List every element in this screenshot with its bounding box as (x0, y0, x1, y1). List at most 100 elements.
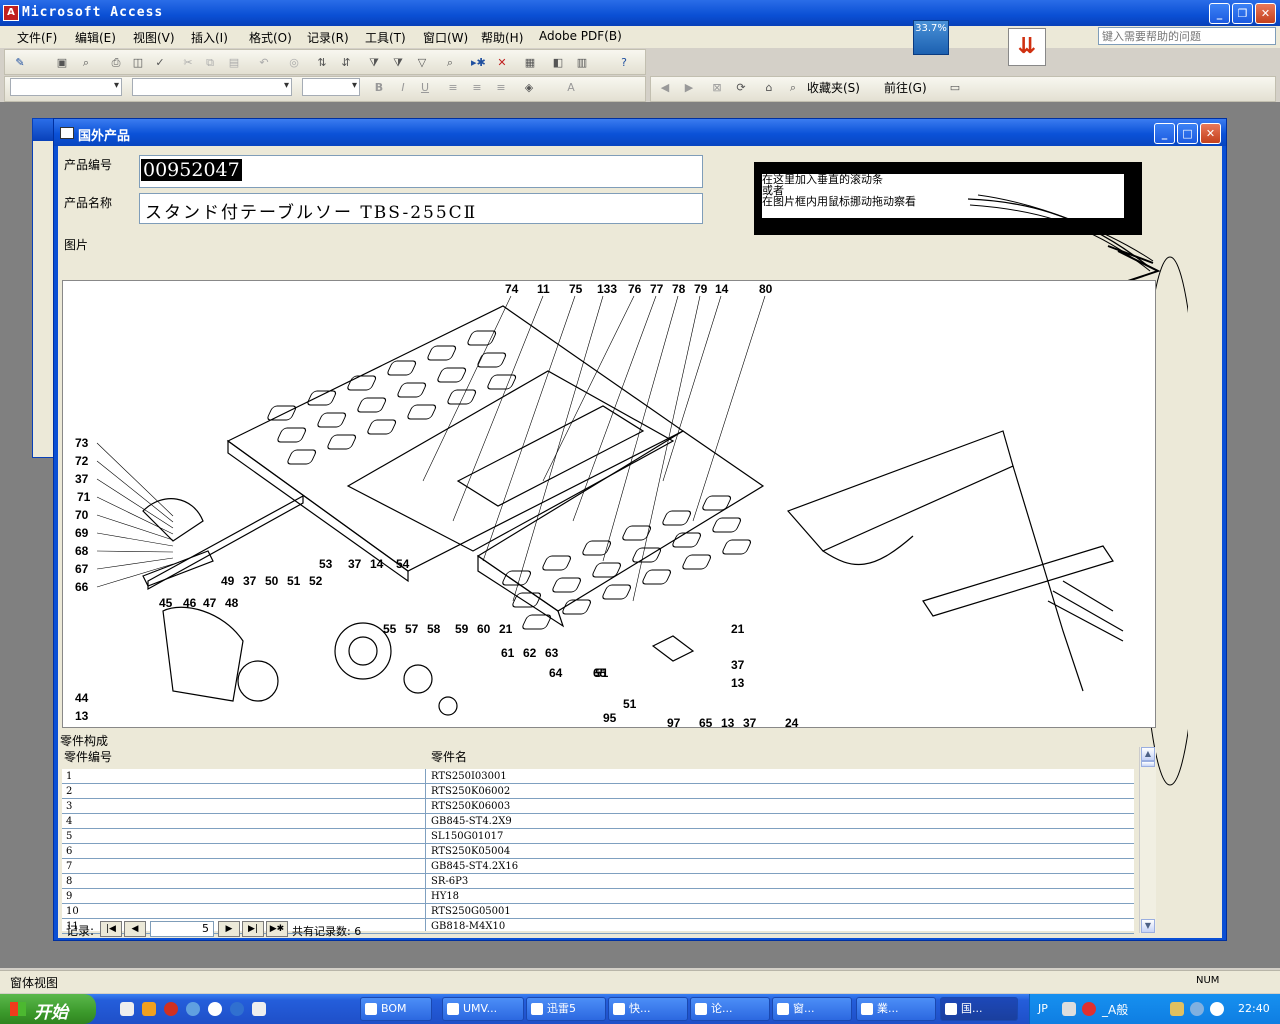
refresh-icon[interactable]: ⟳ (734, 81, 748, 94)
new-object-icon[interactable]: ▥ (575, 56, 589, 69)
ime-indicator[interactable]: _A般 (1102, 1001, 1128, 1018)
design-view-icon[interactable]: ✎ (13, 56, 27, 69)
apply-filter-icon[interactable]: ▽ (415, 56, 429, 69)
new-record-icon[interactable]: ▸✱ (471, 56, 486, 69)
menu-window[interactable]: 窗口(W) (423, 29, 468, 46)
product-picture-frame[interactable]: 74 11 75 133 76 77 78 79 14 80 73 72 37 71 70 69 68 67 66 5… (62, 280, 1156, 728)
properties-icon[interactable]: ▦ (523, 56, 537, 69)
filter-by-form-icon[interactable]: ⧩ (391, 56, 405, 69)
download-arrow-icon[interactable]: ⇊ (1008, 28, 1046, 66)
font-combo[interactable] (132, 78, 292, 96)
form-close-button[interactable]: ✕ (1200, 123, 1221, 144)
new-record-button[interactable]: ▶✱ (266, 921, 288, 937)
product-name-field[interactable]: スタンド付テーブルソー TBS-255CⅡ (139, 193, 703, 224)
align-center-icon[interactable]: ≡ (470, 81, 484, 94)
minimize-button[interactable]: _ (1209, 3, 1230, 24)
undo-icon[interactable]: ↶ (257, 56, 271, 69)
part-no-cell[interactable]: 1 (66, 771, 72, 782)
keyboard-icon[interactable] (1062, 1002, 1076, 1016)
search-web-icon[interactable]: ⌕ (786, 81, 800, 94)
menu-help[interactable]: 帮助(H) (481, 29, 523, 46)
quicklaunch-player-icon[interactable] (164, 1002, 178, 1016)
col-part-no-header[interactable]: 零件编号 (64, 748, 112, 765)
taskbar-task-button[interactable]: 業... (856, 997, 936, 1021)
print-preview-icon[interactable]: ◫ (131, 56, 145, 69)
part-no-cell[interactable]: 4 (66, 816, 72, 827)
last-record-button[interactable]: ▶| (242, 921, 264, 937)
product-code-field[interactable]: 00952047 (139, 155, 703, 188)
part-no-cell[interactable]: 2 (66, 786, 72, 797)
search-file-icon[interactable]: ⌕ (79, 56, 93, 69)
object-combo[interactable] (10, 78, 122, 96)
taskbar-task-button[interactable]: BOM (360, 997, 432, 1021)
taskbar-task-button[interactable]: 论... (690, 997, 770, 1021)
quicklaunch-ie-icon[interactable] (230, 1002, 244, 1016)
quicklaunch-media-icon[interactable] (208, 1002, 222, 1016)
prev-record-button[interactable]: ◀ (124, 921, 146, 937)
scroll-down-icon[interactable]: ▼ (1141, 919, 1155, 933)
scroll-thumb[interactable] (1141, 761, 1155, 767)
part-name-cell[interactable]: RTS250K05004 (431, 846, 510, 857)
close-button[interactable]: ✕ (1255, 3, 1276, 24)
help-icon[interactable]: ? (617, 56, 631, 69)
part-name-cell[interactable]: RTS250I03001 (431, 771, 507, 782)
sort-ascending-icon[interactable]: ⇅ (315, 56, 329, 69)
part-no-cell[interactable]: 8 (66, 876, 72, 887)
home-icon[interactable]: ⌂ (762, 81, 776, 94)
record-number-input[interactable]: 5 (150, 921, 214, 937)
paste-icon[interactable]: ▤ (227, 56, 241, 69)
font-size-combo[interactable] (302, 78, 360, 96)
underline-icon[interactable]: U (418, 81, 432, 94)
print-icon[interactable]: ⎙ (109, 56, 123, 69)
table-row[interactable]: 2 RTS250K06002 (62, 784, 1134, 799)
filter-by-selection-icon[interactable]: ⧩ (367, 56, 381, 69)
menu-records[interactable]: 记录(R) (307, 29, 349, 46)
table-row[interactable]: 9 HY18 (62, 889, 1134, 904)
quicklaunch-ie2-icon[interactable] (252, 1002, 266, 1016)
copy-icon[interactable]: ⧉ (203, 56, 217, 69)
quicklaunch-search-icon[interactable] (186, 1002, 200, 1016)
menu-tools[interactable]: 工具(T) (365, 29, 406, 46)
restore-button[interactable]: ❐ (1232, 3, 1253, 24)
menu-file[interactable]: 文件(F) (17, 29, 57, 46)
form-maximize-button[interactable]: □ (1177, 123, 1198, 144)
part-no-cell[interactable]: 7 (66, 861, 72, 872)
part-name-cell[interactable]: GB845-ST4.2X16 (431, 861, 518, 872)
part-name-cell[interactable]: GB818-M4X10 (431, 921, 505, 932)
part-name-cell[interactable]: RTS250K06002 (431, 786, 510, 797)
tray-volume-icon[interactable] (1210, 1002, 1224, 1016)
scroll-up-icon[interactable]: ▲ (1141, 747, 1155, 761)
align-left-icon[interactable]: ≡ (446, 81, 460, 94)
forward-icon[interactable]: ▶ (682, 81, 696, 94)
next-record-button[interactable]: ▶ (218, 921, 240, 937)
part-name-cell[interactable]: GB845-ST4.2X9 (431, 816, 512, 827)
part-name-cell[interactable]: RTS250K06003 (431, 801, 510, 812)
table-row[interactable]: 5 SL150G01017 (62, 829, 1134, 844)
tray-app-icon[interactable] (1082, 1002, 1096, 1016)
menu-edit[interactable]: 编辑(E) (75, 29, 116, 46)
italic-icon[interactable]: I (396, 81, 410, 94)
taskbar-task-button[interactable]: 迅雷5 (526, 997, 606, 1021)
hyperlink-icon[interactable]: ◎ (287, 56, 301, 69)
database-window-icon[interactable]: ◧ (551, 56, 565, 69)
back-icon[interactable]: ◀ (658, 81, 672, 94)
col-part-name-header[interactable]: 零件名 (431, 748, 467, 765)
table-row[interactable]: 7 GB845-ST4.2X16 (62, 859, 1134, 874)
menu-adobe-pdf[interactable]: Adobe PDF(B) (539, 29, 622, 43)
help-search-input[interactable] (1098, 27, 1276, 45)
quicklaunch-app-icon[interactable] (142, 1002, 156, 1016)
stop-icon[interactable]: ⊠ (710, 81, 724, 94)
favorites-menu[interactable]: 收藏夹(S) (807, 79, 860, 96)
tray-network-icon[interactable] (1190, 1002, 1204, 1016)
table-row[interactable]: 8 SR-6P3 (62, 874, 1134, 889)
form-minimize-button[interactable]: _ (1154, 123, 1175, 144)
tray-security-icon[interactable] (1170, 1002, 1184, 1016)
part-name-cell[interactable]: RTS250G05001 (431, 906, 511, 917)
spelling-icon[interactable]: ✓ (153, 56, 167, 69)
access-app-icon[interactable]: A (3, 5, 19, 21)
menu-format[interactable]: 格式(O) (249, 29, 292, 46)
table-row[interactable]: 3 RTS250K06003 (62, 799, 1134, 814)
parts-grid[interactable]: 1 RTS250I03001 2 RTS250K06002 3 RTS250K06003 4… (62, 769, 1134, 934)
language-indicator[interactable]: JP (1038, 1002, 1048, 1015)
taskbar-task-button[interactable]: 窗... (772, 997, 852, 1021)
